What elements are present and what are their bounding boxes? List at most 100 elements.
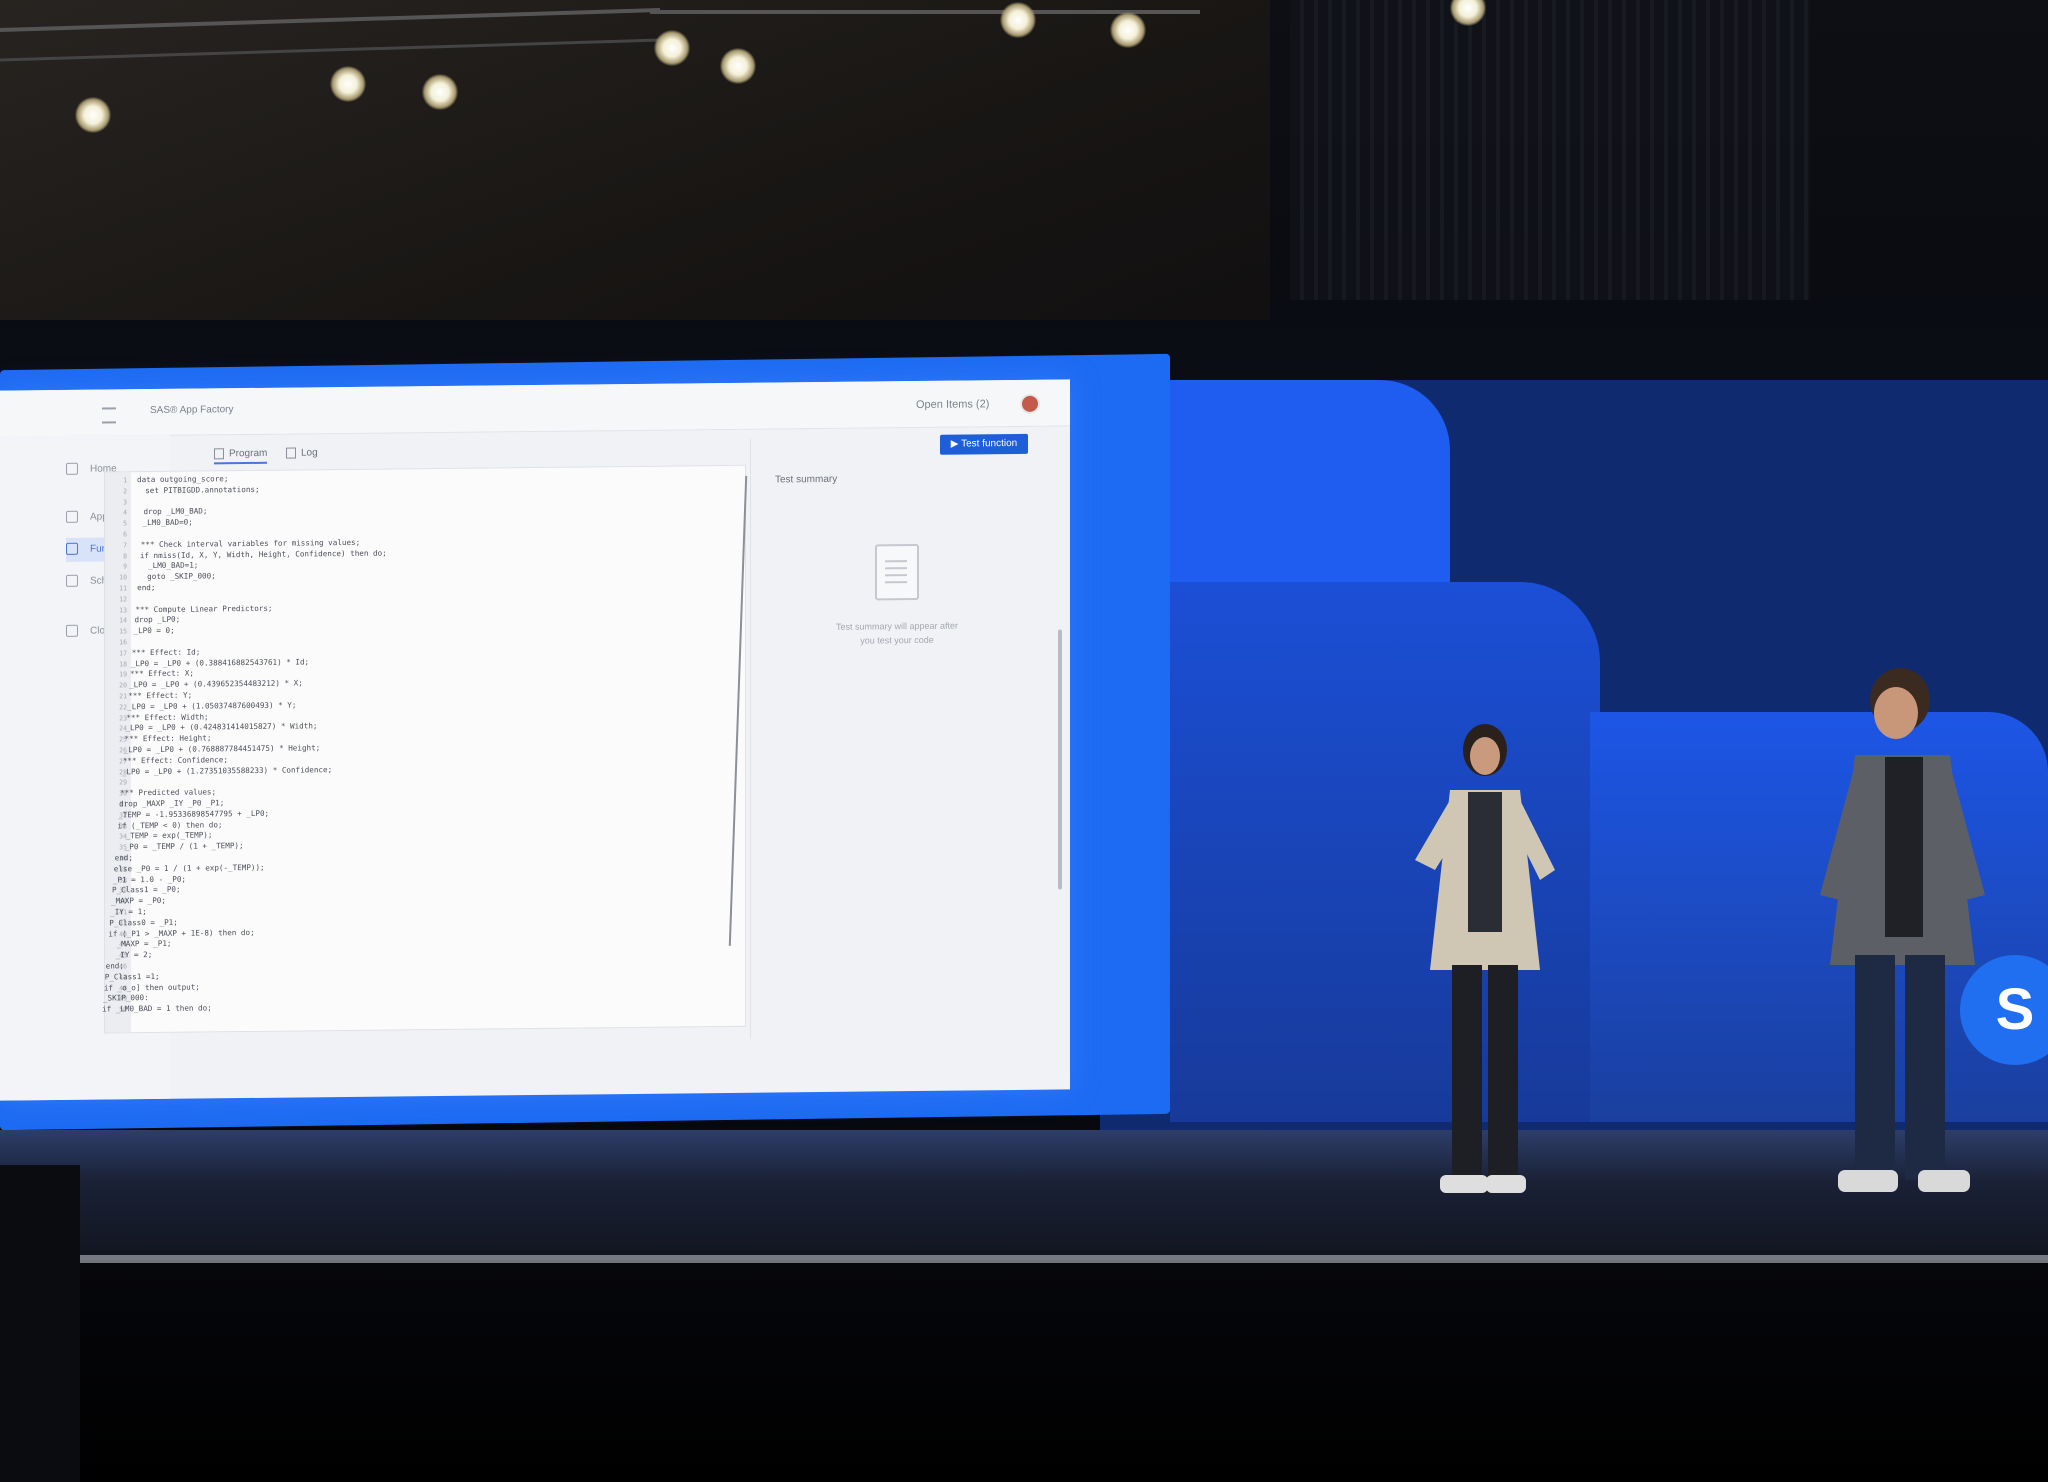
code-line: _LP0 = _LP0 + (0.388416882543761) * Id; (121, 656, 310, 668)
code-line: drop _LM0_BAD; (134, 506, 208, 517)
code-line: _LM0_BAD=0; (133, 517, 193, 528)
avatar[interactable] (1020, 393, 1040, 414)
app-topbar: SAS® App Factory Open Items (2) (0, 379, 1070, 438)
code-line: if (_TEMP < 0) then do; (108, 819, 223, 831)
code-line: data outgoing_score; (137, 474, 229, 485)
stage-light (75, 97, 111, 133)
line-number: 11 (119, 584, 127, 593)
open-items-link[interactable]: Open Items (2) (916, 398, 989, 411)
line-number: 4 (123, 508, 127, 517)
tab-label: Log (301, 447, 318, 459)
stage-light (422, 74, 458, 110)
test-summary-empty-message: Test summary will appear after you test … (835, 620, 959, 646)
code-line: _TEMP = exp(_TEMP); (107, 830, 213, 841)
line-number: 3 (123, 497, 127, 506)
code-line: _IY = 1; (101, 907, 147, 917)
code-line: P_Class0 = _P1; (100, 917, 178, 928)
code-line: _LP0 = _LP0 + (0.424831414015827) * Widt… (116, 721, 318, 733)
log-icon (286, 447, 296, 459)
code-line: _LP0 = _LP0 + (0.439652354483212) * X; (119, 678, 303, 690)
tab-label: Program (229, 447, 268, 460)
panel-scrollbar[interactable] (1058, 629, 1062, 890)
code-line: *** Effect: Y; (119, 690, 193, 701)
code-line: _SKIP_000: (93, 993, 149, 1004)
code-line: _TEMP = -1.95336898547795 + _LP0; (109, 808, 270, 820)
line-number: 7 (123, 541, 127, 550)
editor-toolbar: Program Log (210, 439, 730, 468)
line-number: 14 (119, 616, 127, 625)
code-line: *** Predicted values; (110, 787, 217, 798)
applications-icon (66, 511, 78, 524)
stage-light (654, 30, 690, 66)
code-line: *** Effect: Id; (122, 647, 201, 658)
code-line: _LP0 = _LP0 + (1.27351035588233) * Confi… (112, 764, 333, 777)
code-line: goto _SKIP_000; (128, 571, 216, 582)
code-line: end; (105, 853, 133, 863)
code-line: *** Effect: Width; (117, 712, 209, 722)
code-line: _MAXP = _P0; (101, 896, 166, 906)
line-number: 5 (123, 519, 127, 528)
code-line: _MAXP = _P1; (98, 939, 172, 949)
document-icon (875, 543, 919, 601)
code-line: drop _LP0; (125, 615, 181, 625)
line-number: 29 (119, 778, 127, 787)
tab-log[interactable]: Log (286, 447, 318, 459)
code-line: *** Effect: Confidence; (113, 755, 228, 766)
code-line: _P0 = _TEMP / (1 + _TEMP); (106, 841, 244, 852)
presenter-woman (1415, 724, 1555, 1193)
code-line: *** Effect: X; (120, 668, 194, 679)
code-line: drop _MAXP _IY _P0 _P1; (110, 798, 225, 809)
stage-floor (0, 1130, 2048, 1260)
code-line: if _LM0_BAD = 1 then do; (92, 1003, 212, 1014)
code-line: end; (128, 582, 156, 593)
code-line: _P1 = 1.0 - _P0; (103, 874, 186, 885)
line-number: 8 (123, 551, 127, 560)
editor-scrollbar[interactable] (728, 475, 748, 946)
line-number: 6 (123, 530, 127, 539)
projection-screen: SAS® App Factory Open Items (2) Home App… (0, 379, 1070, 1101)
line-number: 16 (119, 638, 127, 647)
line-number: 10 (119, 573, 127, 582)
code-line: _LM0_BAD=1; (129, 560, 199, 571)
code-line: *** Compute Linear Predictors; (126, 603, 273, 614)
code-line: set PITBIGDD.annotations; (136, 484, 260, 495)
program-icon (214, 448, 224, 460)
test-summary-title: Test summary (775, 473, 838, 486)
tab-program[interactable]: Program (214, 447, 268, 465)
app-title: SAS® App Factory (150, 404, 234, 417)
schemas-icon (66, 575, 78, 588)
line-number: 12 (119, 595, 127, 604)
code-line: P_Class1 =1; (95, 971, 160, 982)
stage-edge (0, 1255, 2048, 1263)
test-function-button[interactable]: ▶ Test function (940, 433, 1028, 455)
stage-light (1000, 2, 1036, 38)
code-line: if (_P1 > _MAXP + 1E-8) then do; (99, 927, 255, 939)
stage-light (720, 48, 756, 84)
code-line: if nmiss(Id, X, Y, Width, Height, Confid… (130, 548, 387, 560)
audience-area (0, 1263, 2048, 1482)
line-number: 9 (123, 562, 127, 571)
code-line: *** Check interval variables for missing… (131, 537, 361, 550)
functions-icon (66, 543, 78, 556)
code-line: if _o_o] then output; (94, 982, 200, 993)
code-line: _LP0 = _LP0 + (0.768887784451475) * Heig… (114, 743, 321, 755)
test-function-label: Test function (961, 437, 1018, 450)
stage-light (1110, 12, 1146, 48)
line-number: 1 (123, 476, 127, 485)
code-line: P_Class1 = _P0; (102, 885, 181, 895)
floor-monitor (0, 1165, 80, 1482)
code-line: _LP0 = 0; (124, 625, 175, 636)
code-line: _LP0 = _LP0 + (1.05037487600493) * Y; (118, 700, 297, 712)
code-line: else _P0 = 1 / (1 + exp(-_TEMP)); (104, 862, 265, 874)
panel-divider (750, 438, 751, 1039)
line-number: 13 (119, 605, 127, 614)
home-icon (66, 463, 78, 476)
code-line: end; (96, 961, 124, 971)
line-number: 2 (123, 487, 127, 496)
code-editor[interactable]: 1 data outgoing_score; 2 set PITBIGDD.anno… (101, 464, 748, 1034)
code-line: _IY = 2; (97, 950, 153, 960)
code-line: *** Effect: Height; (115, 733, 212, 744)
menu-icon[interactable] (102, 407, 116, 424)
cloud-icon (66, 625, 78, 638)
stage-light (330, 66, 366, 102)
